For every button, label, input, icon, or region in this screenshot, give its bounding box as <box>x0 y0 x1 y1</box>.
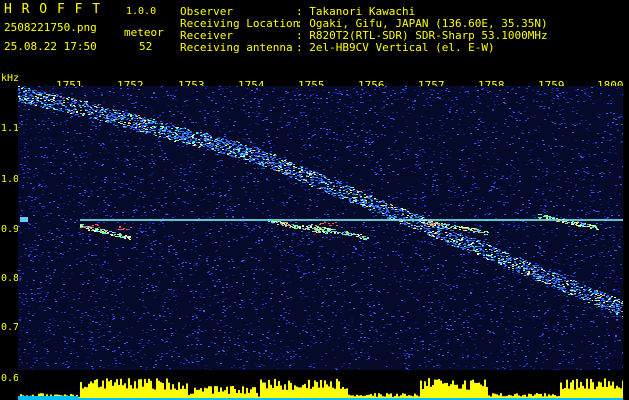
signal-level-svg <box>18 378 623 400</box>
y-label-0-6: 0.6 <box>1 373 20 384</box>
y-label-1-0: 1.0 <box>1 174 20 185</box>
y-label-0-8: 0.8 <box>1 273 20 284</box>
y-label-1-1: 1.1 <box>1 123 20 134</box>
info-antenna-value: : 2el-HB9CV Vertical (el. E-W) <box>296 41 495 54</box>
y-axis-unit: kHz <box>1 73 20 84</box>
spectrogram-svg <box>18 86 623 370</box>
spectrogram-plot <box>18 86 623 370</box>
hrofft-window: H R O F F T 1.0.0 2508221750.png 25.08.2… <box>0 0 629 400</box>
signal-level-strip <box>18 370 623 400</box>
app-title: H R O F F T <box>4 2 102 17</box>
y-label-0-9: 0.9 <box>1 224 20 235</box>
meteor-count: 52 <box>139 40 153 53</box>
info-antenna-label: Receiving antenna <box>180 41 293 54</box>
meteor-label: meteor <box>124 26 164 39</box>
file-datetime: 25.08.22 17:50 <box>4 40 97 53</box>
app-version: 1.0.0 <box>126 6 157 17</box>
file-name: 2508221750.png <box>4 21 97 34</box>
y-label-0-7: 0.7 <box>1 322 20 333</box>
